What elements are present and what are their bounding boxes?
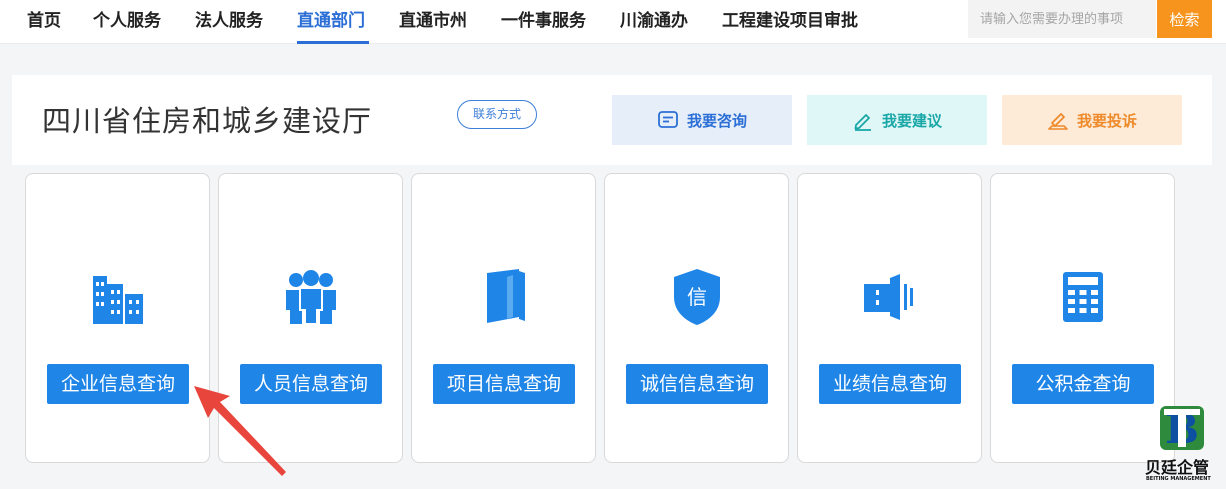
nav-item-one-thing-service[interactable]: 一件事服务 xyxy=(501,6,586,31)
department-title: 四川省住房和城乡建设厅 xyxy=(42,104,373,138)
housing-fund-query-button[interactable]: 公积金查询 xyxy=(1012,364,1154,404)
annotation-arrow-icon xyxy=(194,386,286,476)
nav-item-personal-services[interactable]: 个人服务 xyxy=(93,6,161,31)
logo-mark-icon: B xyxy=(1160,406,1204,453)
folder-icon xyxy=(469,266,539,328)
service-card-enterprise[interactable]: 企业信息查询 xyxy=(25,173,210,463)
edit-icon xyxy=(1047,109,1069,131)
nav-item-direct-departments[interactable]: 直通部门 xyxy=(297,6,365,31)
pencil-icon xyxy=(852,109,874,131)
credit-query-button[interactable]: 诚信信息查询 xyxy=(626,364,768,404)
logo-english: BEITING MANAGEMENT xyxy=(1146,476,1211,482)
complain-label: 我要投诉 xyxy=(1076,111,1137,130)
logo-name: 贝廷企管 xyxy=(1145,458,1210,477)
nav-item-construction-approval[interactable]: 工程建设项目审批 xyxy=(722,6,858,31)
service-card-performance[interactable]: 业绩信息查询 xyxy=(797,173,982,463)
contact-button[interactable]: 联系方式 xyxy=(457,100,537,129)
suggest-label: 我要建议 xyxy=(881,111,942,130)
people-icon xyxy=(276,266,346,328)
nav-item-legal-entity-services[interactable]: 法人服务 xyxy=(195,6,263,31)
active-tab-indicator xyxy=(297,41,369,44)
shield-icon: 信 xyxy=(662,266,732,328)
top-navigation: 首页 个人服务 法人服务 直通部门 直通市州 一件事服务 川渝通办 工程建设项目… xyxy=(0,0,1226,44)
shield-icon-text: 信 xyxy=(687,285,707,309)
search-input[interactable] xyxy=(968,0,1156,38)
nav-item-sichuan-chongqing[interactable]: 川渝通办 xyxy=(620,6,688,31)
enterprise-query-button[interactable]: 企业信息查询 xyxy=(47,364,189,404)
search-button[interactable]: 检索 xyxy=(1157,0,1212,38)
complain-button[interactable]: 我要投诉 xyxy=(1002,95,1182,145)
suggest-button[interactable]: 我要建议 xyxy=(807,95,987,145)
consult-button[interactable]: 我要咨询 xyxy=(612,95,792,145)
message-icon xyxy=(657,109,679,131)
project-query-button[interactable]: 项目信息查询 xyxy=(433,364,575,404)
performance-query-button[interactable]: 业绩信息查询 xyxy=(819,364,961,404)
service-card-project[interactable]: 项目信息查询 xyxy=(411,173,596,463)
buildings-icon xyxy=(83,266,153,328)
department-header: 四川省住房和城乡建设厅 联系方式 我要咨询 我要建议 我要投诉 xyxy=(12,75,1212,165)
consult-label: 我要咨询 xyxy=(686,111,747,130)
nav-item-direct-cities[interactable]: 直通市州 xyxy=(399,6,467,31)
performance-icon xyxy=(855,266,925,328)
nav-item-home[interactable]: 首页 xyxy=(27,6,61,31)
calculator-icon xyxy=(1048,266,1118,328)
watermark-logo: B 贝廷企管 BEITING MANAGEMENT xyxy=(1140,404,1226,489)
service-card-credit[interactable]: 信 诚信信息查询 xyxy=(604,173,789,463)
